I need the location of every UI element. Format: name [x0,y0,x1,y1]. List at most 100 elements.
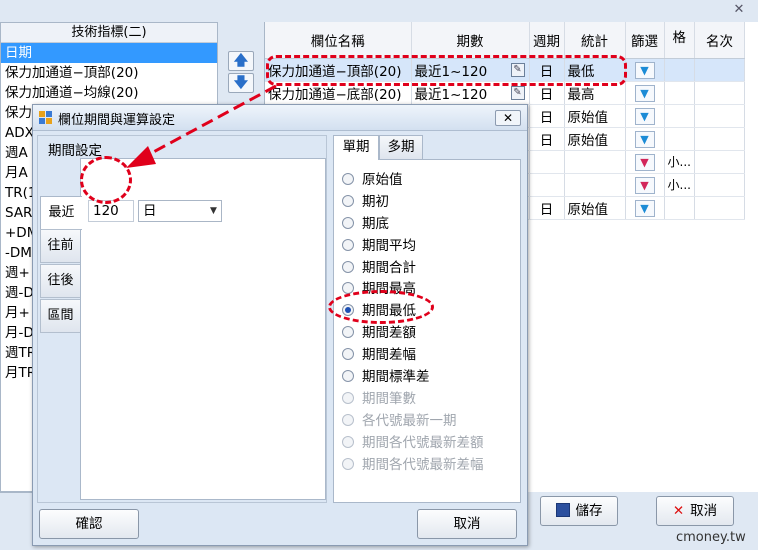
cell-rank[interactable] [694,196,745,220]
cell-rank[interactable] [694,58,745,82]
radio-button[interactable] [342,370,354,383]
cell-grid[interactable] [664,127,695,151]
tab-previous[interactable]: 往前 [40,229,80,263]
cell-grid[interactable] [664,81,695,105]
filter-funnel-icon[interactable]: ▼ [634,177,655,194]
filter-funnel-icon[interactable]: ▼ [634,200,655,217]
radio-button[interactable] [342,216,354,229]
cell-filter[interactable]: ▼ [625,81,665,105]
main-close-icon[interactable]: ✕ [726,1,752,18]
cell-rank[interactable] [694,81,745,105]
tab-next[interactable]: 往後 [40,264,80,298]
radio-button [342,391,354,404]
cell-rank[interactable] [694,104,745,128]
cell-cycle[interactable]: 日 [529,196,565,220]
cell-grid[interactable] [664,58,695,82]
calc-option[interactable]: 期間標準差 [342,367,484,389]
cell-filter[interactable]: ▼ [625,58,665,82]
cell-filter[interactable]: ▼ [625,173,665,197]
radio-button[interactable] [342,173,354,185]
main-cancel-button[interactable]: ✕ 取消 [656,496,734,526]
indicator-list-item[interactable]: 保力加通道−均線(20) [1,83,217,103]
cell-grid[interactable]: 小... [664,150,695,174]
cell-grid[interactable]: 小... [664,173,695,197]
confirm-button[interactable]: 確認 [39,509,139,539]
filter-funnel-icon[interactable]: ▼ [634,85,655,102]
annotation-value-circle [80,156,132,204]
cell-grid[interactable] [664,196,695,220]
tab-single-period[interactable]: 單期 [333,135,379,160]
dialog-title: 欄位期間與運算設定 [58,113,176,128]
calc-option: 各代號最新一期 [342,411,484,433]
col-header-stat[interactable]: 統計 [564,22,626,59]
col-header-grid[interactable]: 格 [664,22,695,59]
close-icon: ✕ [672,503,685,519]
cell-filter[interactable]: ▼ [625,196,665,220]
filter-funnel-icon[interactable]: ▼ [634,108,655,125]
watermark: cmoney.tw [676,530,746,545]
col-header-name[interactable]: 欄位名稱 [265,22,412,59]
calc-option: 期間筆數 [342,389,484,411]
move-up-button[interactable]: 🡅 [228,51,254,71]
cell-cycle[interactable] [529,173,565,197]
calc-option[interactable]: 期間差額 [342,323,484,345]
cell-filter[interactable]: ▼ [625,104,665,128]
dialog-titlebar[interactable]: 欄位期間與運算設定 ✕ [33,105,527,131]
filter-funnel-icon[interactable]: ▼ [634,154,655,171]
radio-button[interactable] [342,348,354,361]
arrow-down-icon: 🡇 [233,75,249,91]
tab-recent[interactable]: 最近 [40,196,82,230]
indicator-list-item[interactable]: 保力加通道−頂部(20) [1,63,217,83]
period-settings-group: 期間設定 最近 往前 往後 區間 120 日 ▼ [37,135,327,503]
cell-rank[interactable] [694,127,745,151]
main-bottom-bar: 儲存 ✕ 取消 [530,492,758,528]
radio-button[interactable] [342,260,354,273]
radio-button[interactable] [342,194,354,207]
annotation-option-circle [328,290,434,324]
col-header-rank[interactable]: 名次 [694,22,745,59]
cell-stat[interactable] [564,150,626,174]
move-down-button[interactable]: 🡇 [228,73,254,93]
cell-stat[interactable]: 原始值 [564,104,626,128]
cell-stat[interactable]: 原始值 [564,127,626,151]
calc-option[interactable]: 原始值 [342,170,484,192]
indicator-list-item[interactable]: 日期 [1,43,217,63]
calc-option[interactable]: 期間差幅 [342,345,484,367]
cell-rank[interactable] [694,150,745,174]
radio-button [342,435,354,448]
tab-range[interactable]: 區間 [40,299,80,333]
filter-funnel-icon[interactable]: ▼ [634,62,655,79]
cell-filter[interactable]: ▼ [625,127,665,151]
calc-option[interactable]: 期間合計 [342,258,484,280]
col-header-filter[interactable]: 篩選 [625,22,665,59]
cell-cycle[interactable] [529,150,565,174]
save-button[interactable]: 儲存 [540,496,618,526]
radio-button[interactable] [342,326,354,339]
col-header-period[interactable]: 期數 [411,22,530,59]
cell-stat[interactable]: 原始值 [564,196,626,220]
calc-option: 期間各代號最新差額 [342,433,484,455]
chevron-down-icon[interactable]: ▼ [210,200,217,222]
app-grid-icon [39,111,52,124]
cell-stat[interactable] [564,173,626,197]
cell-grid[interactable] [664,104,695,128]
dialog-close-button[interactable]: ✕ [495,110,521,126]
edit-icon[interactable]: ✎ [510,85,525,100]
calc-option[interactable]: 期初 [342,192,484,214]
main-window-titlebar [0,0,758,20]
radio-button[interactable] [342,238,354,251]
calc-option[interactable]: 期底 [342,214,484,236]
calc-option-list: 原始值 期初 期底 期間平均 期間合計 期間最高 期間最低 期間差額 期間差幅 期間標準差 期間筆數… [342,170,484,476]
calc-options-panel: 原始值 期初 期底 期間平均 期間合計 期間最高 期間最低 期間差額 期間差幅 期間標準差 期間筆數… [333,159,521,503]
filter-funnel-icon[interactable]: ▼ [634,131,655,148]
cell-rank[interactable] [694,173,745,197]
grid-header-row: 欄位名稱 期數 週期 統計 篩選 格 名次 [265,22,745,59]
col-header-cycle[interactable]: 週期 [529,22,565,59]
cell-filter[interactable]: ▼ [625,150,665,174]
calc-option[interactable]: 期間平均 [342,236,484,258]
tab-multi-period[interactable]: 多期 [379,135,423,159]
annotation-row-highlight [266,55,627,86]
cancel-button[interactable]: 取消 [417,509,517,539]
cell-cycle[interactable]: 日 [529,127,565,151]
cell-cycle[interactable]: 日 [529,104,565,128]
